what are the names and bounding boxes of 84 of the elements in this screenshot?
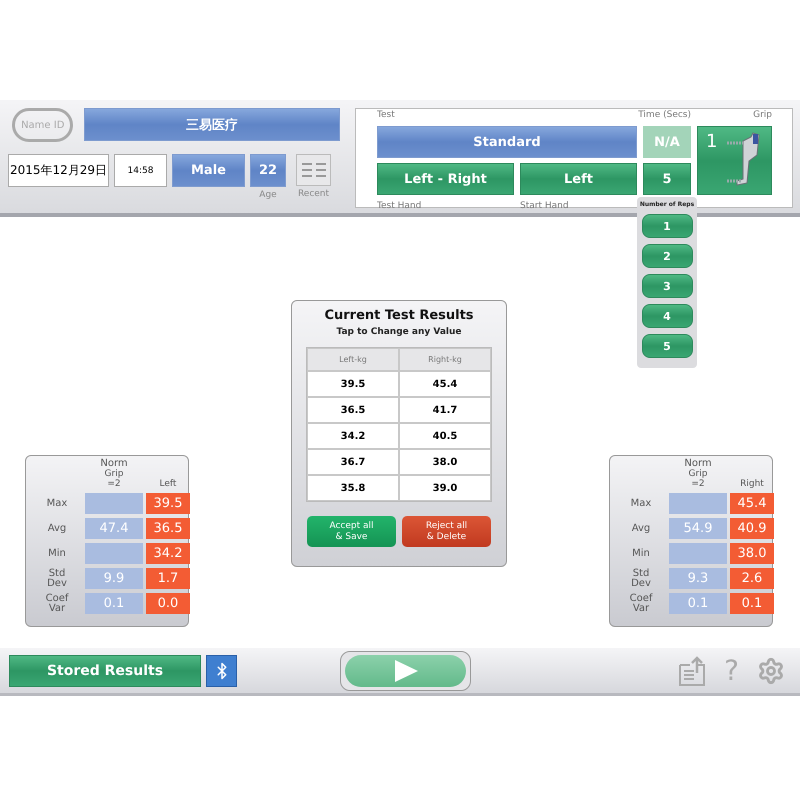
reps-option[interactable]: 1 xyxy=(642,214,692,238)
stat-label: Avg xyxy=(630,524,652,534)
table-cell[interactable]: 35.8 xyxy=(307,475,399,501)
list-icon xyxy=(300,161,326,179)
stat-label: Min xyxy=(47,548,67,558)
export-icon[interactable] xyxy=(678,654,706,686)
norm-subtitle: Grip =2 xyxy=(104,469,124,489)
test-button[interactable]: Standard xyxy=(377,126,637,158)
norm-cell xyxy=(85,493,143,514)
age-button[interactable]: 22 xyxy=(250,154,286,187)
play-icon xyxy=(392,658,418,682)
norm-cell xyxy=(669,493,727,514)
test-hand-button[interactable]: Left - Right xyxy=(377,163,514,195)
stat-label: Coef Var xyxy=(44,594,70,614)
accept-button[interactable]: Accept all & Save xyxy=(307,516,396,547)
stat-label: Avg xyxy=(46,524,68,534)
norm-cell xyxy=(85,543,143,564)
reps-option[interactable]: 3 xyxy=(642,274,692,298)
value-cell[interactable]: 38.0 xyxy=(730,543,774,564)
grip-button[interactable]: 1 xyxy=(697,126,772,195)
play-button[interactable] xyxy=(340,650,471,690)
stat-label: Std Dev xyxy=(630,568,652,588)
norm-title: Norm xyxy=(684,459,712,469)
name-id-button[interactable]: Name ID xyxy=(12,108,74,142)
table-cell[interactable]: 39.0 xyxy=(399,475,491,501)
table-cell[interactable]: 34.2 xyxy=(307,423,399,449)
recent-button[interactable] xyxy=(296,154,331,186)
norm-cell: 0.1 xyxy=(85,593,143,614)
time-label: Time (Secs) xyxy=(638,110,691,121)
table-cell[interactable]: 39.5 xyxy=(307,371,399,397)
table-cell[interactable]: 41.7 xyxy=(399,397,491,423)
value-cell[interactable]: 39.5 xyxy=(146,493,190,514)
reps-option[interactable]: 5 xyxy=(642,334,692,358)
norm-cell: 0.1 xyxy=(669,593,727,614)
reps-option[interactable]: 4 xyxy=(642,304,692,328)
hand-header: Right xyxy=(739,479,765,489)
norm-cell xyxy=(669,543,727,564)
stat-label: Coef Var xyxy=(628,594,654,614)
value-cell[interactable]: 1.7 xyxy=(146,568,190,589)
age-label: Age xyxy=(259,190,277,200)
table-cell[interactable]: 36.7 xyxy=(307,449,399,475)
start-hand-button[interactable]: Left xyxy=(520,163,637,195)
reps-button[interactable]: 5 xyxy=(643,163,691,195)
norm-cell: 47.4 xyxy=(85,518,143,539)
norm-cell: 9.3 xyxy=(669,568,727,589)
date-field[interactable]: 2015年12月29日 xyxy=(8,154,109,187)
gender-button[interactable]: Male xyxy=(172,154,245,187)
stat-label: Max xyxy=(630,498,652,508)
stat-label: Std Dev xyxy=(46,568,68,588)
value-cell[interactable]: 2.6 xyxy=(730,568,774,589)
test-hand-label: Test Hand xyxy=(377,201,422,212)
value-cell[interactable]: 36.5 xyxy=(146,518,190,539)
stat-label: Max xyxy=(46,498,68,508)
value-cell[interactable]: 34.2 xyxy=(146,543,190,564)
dialog-subtitle: Tap to Change any Value xyxy=(336,327,462,337)
recent-label: Recent xyxy=(298,189,330,199)
reject-button[interactable]: Reject all & Delete xyxy=(402,516,491,547)
start-hand-label: Start Hand xyxy=(520,201,569,212)
norm-cell: 9.9 xyxy=(85,568,143,589)
norm-subtitle: Grip =2 xyxy=(688,469,708,489)
table-cell[interactable]: 45.4 xyxy=(399,371,491,397)
table-cell[interactable]: 36.5 xyxy=(307,397,399,423)
value-cell[interactable]: 40.9 xyxy=(730,518,774,539)
time-field[interactable]: 14:58 xyxy=(114,154,167,187)
table-cell[interactable]: 38.0 xyxy=(399,449,491,475)
column-header: Right-kg xyxy=(399,348,491,371)
test-label: Test xyxy=(377,110,395,121)
settings-icon[interactable] xyxy=(757,656,785,684)
value-cell[interactable]: 45.4 xyxy=(730,493,774,514)
reps-option[interactable]: 2 xyxy=(642,244,692,268)
stored-results-button[interactable]: Stored Results xyxy=(9,654,201,686)
table-cell[interactable]: 40.5 xyxy=(399,423,491,449)
norm-title: Norm xyxy=(100,459,128,469)
grip-label: Grip xyxy=(753,110,772,121)
value-cell[interactable]: 0.0 xyxy=(146,593,190,614)
bluetooth-button[interactable] xyxy=(206,654,237,686)
value-cell[interactable]: 0.1 xyxy=(730,593,774,614)
help-button[interactable]: ? xyxy=(724,654,739,687)
hand-header: Left xyxy=(158,479,178,489)
column-header: Left-kg xyxy=(307,348,399,371)
dialog-title: Current Test Results xyxy=(324,308,474,323)
stat-label: Min xyxy=(631,548,651,558)
patient-name-button[interactable]: 三易医疗 xyxy=(84,108,340,141)
norm-cell: 54.9 xyxy=(669,518,727,539)
